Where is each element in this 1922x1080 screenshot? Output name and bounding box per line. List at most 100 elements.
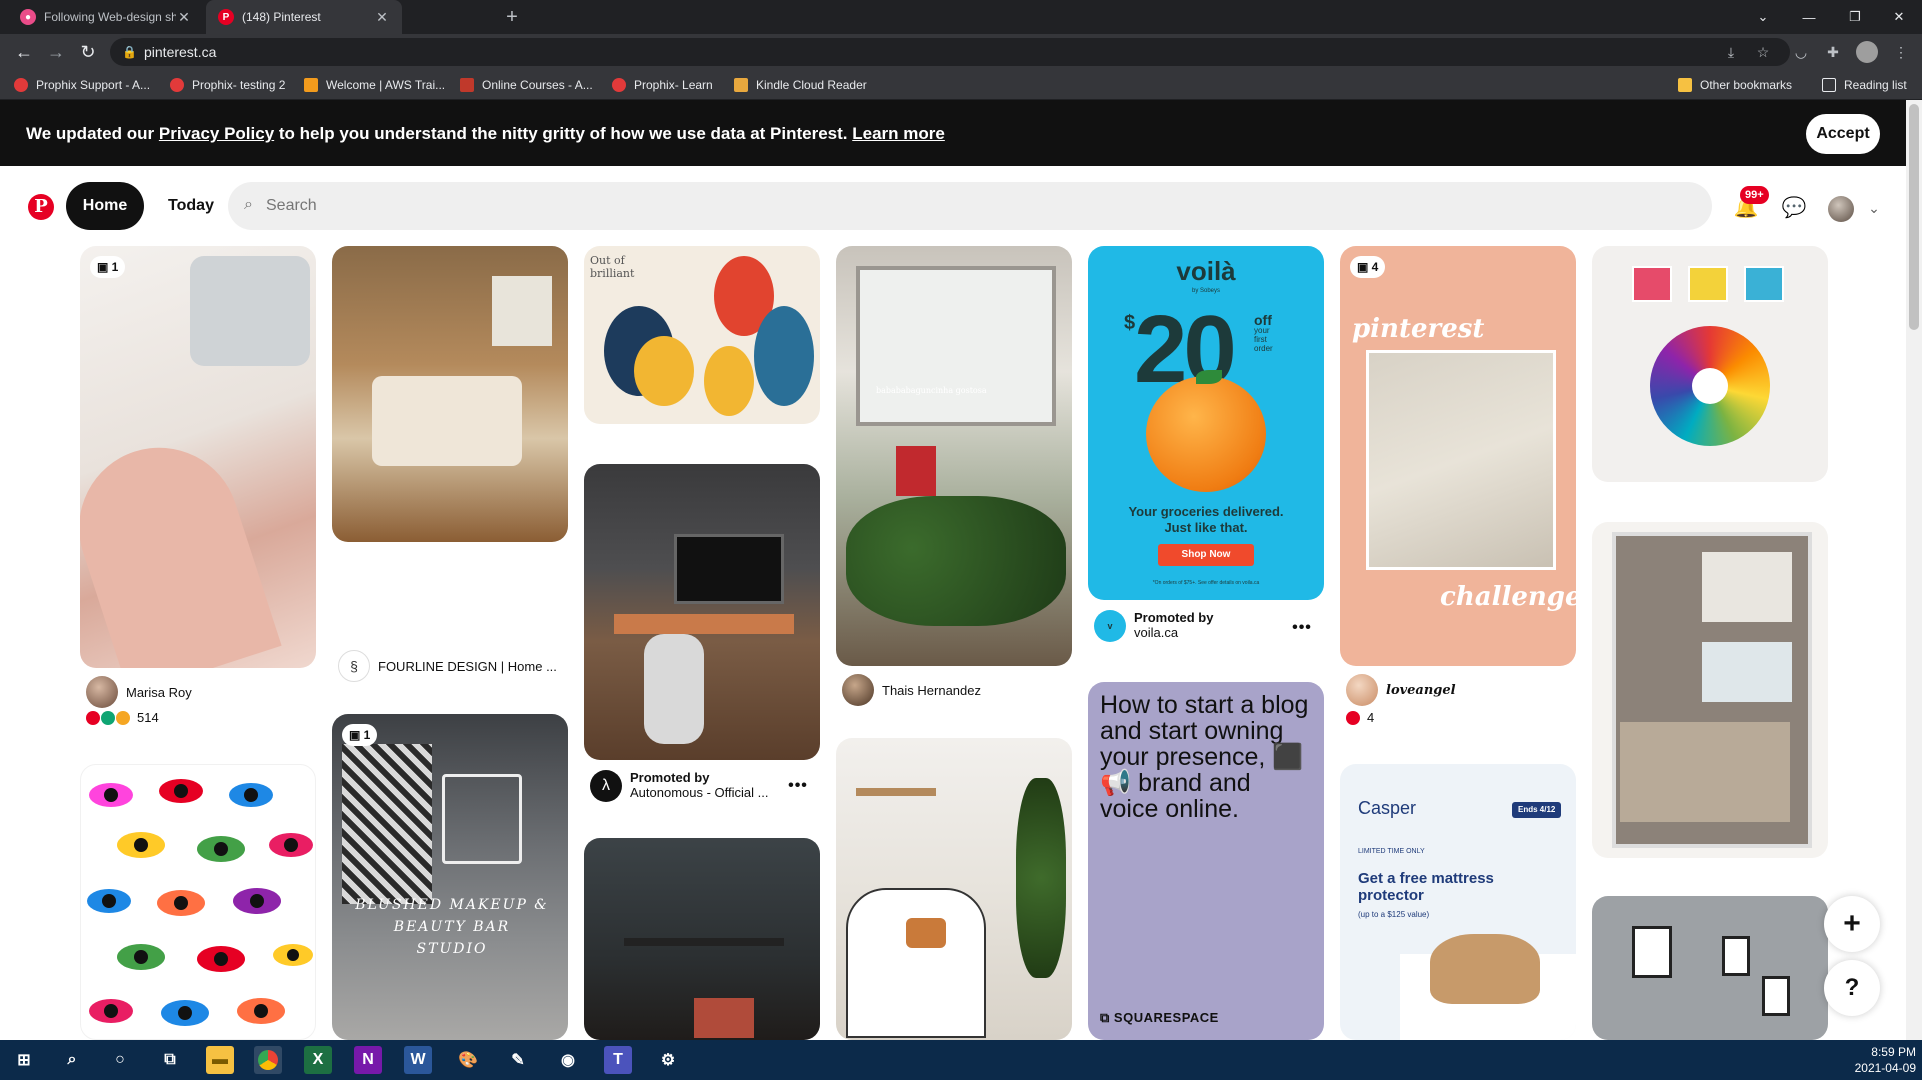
swatch-image — [1688, 266, 1728, 302]
promoted-pin-info[interactable]: v Promoted by voila.ca — [1094, 610, 1284, 642]
restore-button[interactable]: ❐ — [1832, 0, 1878, 34]
star-icon[interactable]: ☆ — [1752, 41, 1774, 63]
menu-icon[interactable]: ⋮ — [1890, 41, 1912, 63]
bookmark-item[interactable]: Welcome | AWS Trai... — [304, 76, 445, 94]
swatch-image — [1632, 266, 1672, 302]
help-button[interactable]: ? — [1824, 960, 1880, 1016]
add-button[interactable]: + — [1824, 896, 1880, 952]
search-input[interactable] — [266, 182, 1666, 230]
avatar[interactable] — [1828, 196, 1854, 222]
pin-plants-window[interactable]: babababaguncinha gostosa — [836, 246, 1072, 666]
paint-icon[interactable]: 🎨 — [454, 1046, 482, 1074]
minimize-button[interactable]: — — [1786, 0, 1832, 34]
hand-image — [80, 426, 282, 668]
task-view-icon[interactable]: ⧉ — [156, 1046, 184, 1074]
casper-headline: Get a free mattress protector — [1358, 870, 1494, 904]
pin-author[interactable]: Thais Hernandez — [842, 674, 1062, 706]
chat-icon[interactable]: 💬 — [1778, 192, 1810, 224]
extensions-icon[interactable]: ✚ — [1822, 41, 1844, 63]
pin-boho-bedroom[interactable] — [836, 738, 1072, 1040]
pin-dark-room[interactable] — [584, 838, 820, 1040]
back-button[interactable]: ← — [12, 40, 36, 64]
pin-makeup-studio[interactable]: BLUSHED MAKEUP & BEAUTY BAR STUDIO ▣ 1 — [332, 714, 568, 1040]
cortana-icon[interactable]: ○ — [106, 1046, 134, 1074]
profile-avatar[interactable] — [1856, 41, 1878, 63]
bookmark-item[interactable]: Prophix- Learn — [612, 76, 713, 94]
avatar — [842, 674, 874, 706]
close-window-button[interactable]: ✕ — [1876, 0, 1922, 34]
chevron-down-icon[interactable]: ⌄ — [1864, 198, 1884, 218]
frame-image — [1632, 926, 1672, 978]
app-icon[interactable]: ◉ — [554, 1046, 582, 1074]
pocket-icon[interactable]: ◡ — [1790, 41, 1812, 63]
settings-icon[interactable]: ⚙ — [654, 1046, 682, 1074]
orange-image — [1146, 376, 1266, 492]
windows-start-icon[interactable]: ⊞ — [10, 1046, 38, 1074]
pin-nails[interactable]: ▣ 1 — [80, 246, 316, 668]
tab-pinterest[interactable]: P (148) Pinterest ✕ — [206, 0, 402, 34]
pin-casper-ad[interactable]: Casper Ends 4/12 LIMITED TIME ONLY Get a… — [1340, 764, 1576, 1040]
install-icon[interactable]: ⤓ — [1720, 41, 1742, 63]
pin-source[interactable]: § FOURLINE DESIGN | Home ... — [338, 650, 564, 682]
onenote-icon[interactable]: N — [354, 1046, 382, 1074]
casper-subtext: (up to a $125 value) — [1358, 910, 1430, 919]
bookmark-item[interactable]: Prophix Support - A... — [14, 76, 150, 94]
notes-icon[interactable]: ✎ — [504, 1046, 532, 1074]
address-bar[interactable]: 🔒 pinterest.ca — [110, 38, 1790, 66]
pin-squarespace-ad[interactable]: How to start a blog and start owning you… — [1088, 682, 1324, 1040]
bookmark-item[interactable]: Kindle Cloud Reader — [734, 76, 867, 94]
privacy-policy-link[interactable]: Privacy Policy — [159, 124, 274, 143]
accept-button[interactable]: Accept — [1806, 114, 1880, 154]
bookmark-item[interactable]: Prophix- testing 2 — [170, 76, 285, 94]
search-icon[interactable]: ⌕ — [58, 1046, 86, 1074]
promoted-pin-info[interactable]: λ Promoted by Autonomous - Official ... — [590, 770, 780, 802]
more-options-icon[interactable]: ••• — [1288, 618, 1316, 638]
pin-reactions: 4 — [1346, 710, 1374, 725]
shelf-image — [624, 938, 784, 946]
studio-overlay-text: BLUSHED MAKEUP & BEAUTY BAR STUDIO — [355, 897, 549, 957]
forward-button[interactable]: → — [44, 40, 68, 64]
pin-desk-setup[interactable] — [584, 464, 820, 760]
teams-icon[interactable]: T — [604, 1046, 632, 1074]
pin-color-wheel[interactable] — [1592, 246, 1828, 482]
search-bar: ⌕ — [228, 182, 1712, 230]
other-bookmarks[interactable]: Other bookmarks — [1678, 76, 1792, 94]
today-tab[interactable]: Today — [150, 182, 232, 230]
reload-button[interactable]: ↻ — [76, 40, 100, 64]
learn-more-link[interactable]: Learn more — [852, 124, 945, 143]
more-options-icon[interactable]: ••• — [784, 776, 812, 796]
reading-list[interactable]: Reading list — [1822, 76, 1907, 94]
tab-dribbble[interactable]: ● Following Web-design shots on D ✕ — [8, 0, 204, 34]
shop-now-button[interactable]: Shop Now — [1158, 544, 1254, 566]
poster-image — [896, 446, 936, 496]
fourline-logo-icon: § — [338, 650, 370, 682]
pin-illustration[interactable]: Out of brilliant — [584, 246, 820, 424]
home-tab[interactable]: Home — [66, 182, 144, 230]
bookmark-item[interactable]: Online Courses - A... — [460, 76, 593, 94]
new-tab-button[interactable]: + — [500, 5, 524, 29]
system-clock[interactable]: 8:59 PM 2021-04-09 — [1840, 1044, 1916, 1076]
chair-image — [644, 634, 704, 744]
chrome-icon[interactable] — [254, 1046, 282, 1074]
pin-author[interactable]: Marisa Roy — [86, 676, 306, 708]
close-icon[interactable]: ✕ — [374, 9, 390, 26]
pin-floor-plan[interactable] — [1592, 522, 1828, 858]
clap-icon — [101, 710, 115, 725]
close-icon[interactable]: ✕ — [176, 9, 192, 26]
file-explorer-icon[interactable]: ▬ — [206, 1046, 234, 1074]
scrollbar[interactable] — [1906, 100, 1922, 1040]
pin-author[interactable]: loveangel — [1346, 674, 1566, 706]
scrollbar-thumb[interactable] — [1909, 104, 1919, 330]
pin-bedroom[interactable] — [332, 246, 568, 542]
curtain-image — [342, 744, 432, 904]
pinterest-logo[interactable]: P — [28, 194, 54, 220]
profile-tab-search-icon[interactable]: ⌄ — [1740, 0, 1786, 34]
desk-image — [614, 614, 794, 634]
pin-gallery-wall[interactable] — [1592, 896, 1828, 1040]
eyes-illustration — [87, 779, 313, 1026]
word-icon[interactable]: W — [404, 1046, 432, 1074]
excel-icon[interactable]: X — [304, 1046, 332, 1074]
pin-pinterest-challenge[interactable]: pinterest challenge ▣ 4 — [1340, 246, 1576, 666]
pin-voila-ad[interactable]: voilà by Sobeys $ 20 off your first orde… — [1088, 246, 1324, 600]
pin-eyes[interactable] — [80, 764, 316, 1040]
